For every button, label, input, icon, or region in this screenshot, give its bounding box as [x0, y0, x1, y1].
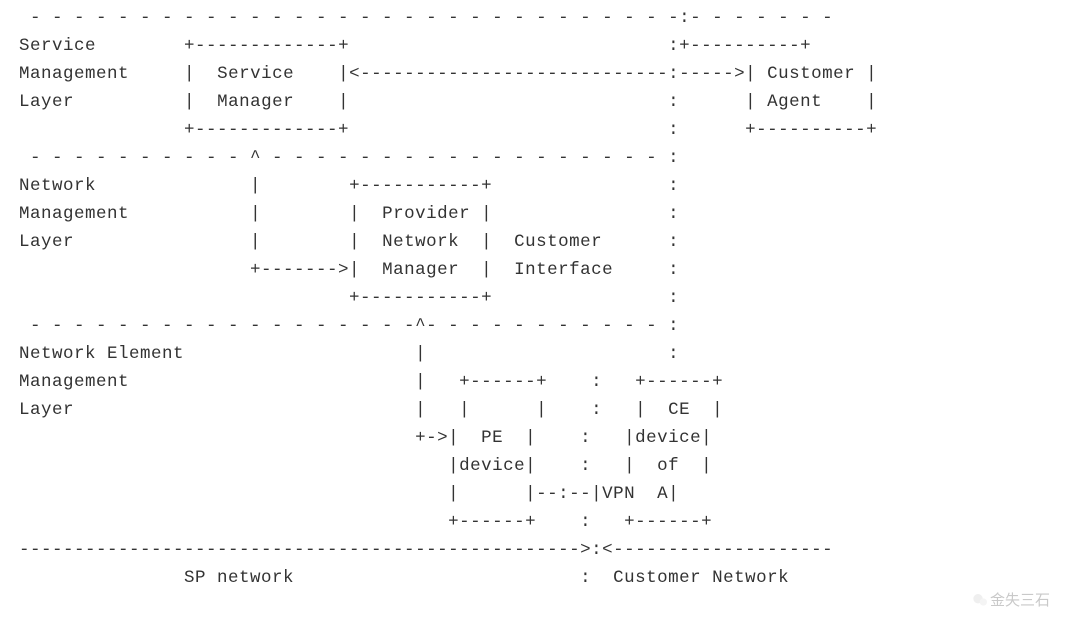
pe-l1: PE — [481, 428, 503, 448]
service-manager-l1: Service — [217, 64, 294, 84]
row: - - - - - - - - - - - - - - - - - - - - … — [8, 8, 833, 28]
row: Network Element | : — [8, 344, 679, 364]
layer-element-l2: Management — [19, 372, 129, 392]
layer-service-l3: Layer — [19, 92, 74, 112]
layer-service-l2: Management — [19, 64, 129, 84]
row: +-----------+ : — [8, 288, 679, 308]
layer-element-l1: Network Element — [19, 344, 184, 364]
pnm-l2: Network — [382, 232, 459, 252]
row: Layer | | Network | Customer : — [8, 232, 679, 252]
row: +-------------+ : +----------+ — [8, 120, 877, 140]
row: Management | | Provider | : — [8, 204, 679, 224]
row: Management | Service |<-----------------… — [8, 64, 877, 84]
layer-network-l2: Management — [19, 204, 129, 224]
row: +------->| Manager | Interface : — [8, 260, 679, 280]
row: Network | +-----------+ : — [8, 176, 679, 196]
ce-l4: VPN A — [602, 484, 668, 504]
customer-agent-l1: Customer — [767, 64, 855, 84]
layer-network-l1: Network — [19, 176, 96, 196]
service-manager-l2: Manager — [217, 92, 294, 112]
pnm-l3: Manager — [382, 260, 459, 280]
pnm-l1: Provider — [382, 204, 470, 224]
row: Layer | Manager | : | Agent | — [8, 92, 877, 112]
ce-l1: CE — [668, 400, 690, 420]
pe-l2: device — [459, 456, 525, 476]
row: ----------------------------------------… — [8, 540, 833, 560]
ce-l3: of — [657, 456, 679, 476]
row: - - - - - - - - - - ^ - - - - - - - - - … — [8, 148, 679, 168]
row: |device| : | of | — [8, 456, 712, 476]
cust-if-l1: Customer — [514, 232, 602, 252]
ascii-diagram: - - - - - - - - - - - - - - - - - - - - … — [0, 0, 1080, 596]
layer-element-l3: Layer — [19, 400, 74, 420]
customer-network-label: Customer Network — [613, 568, 789, 588]
sp-network-label: SP network — [184, 568, 294, 588]
row: SP network : Customer Network — [8, 568, 789, 588]
row: Layer | | | : | CE | — [8, 400, 723, 420]
ce-l2: device — [635, 428, 701, 448]
row: | |--:--|VPN A| — [8, 484, 679, 504]
row: Management | +------+ : +------+ — [8, 372, 723, 392]
cust-if-l2: Interface — [514, 260, 613, 280]
row: - - - - - - - - - - - - - - - - - -^- - … — [8, 316, 679, 336]
row: +->| PE | : |device| — [8, 428, 712, 448]
row: +------+ : +------+ — [8, 512, 712, 532]
layer-network-l3: Layer — [19, 232, 74, 252]
row: Service +-------------+ :+----------+ — [8, 36, 811, 56]
layer-service-l1: Service — [19, 36, 96, 56]
customer-agent-l2: Agent — [767, 92, 822, 112]
